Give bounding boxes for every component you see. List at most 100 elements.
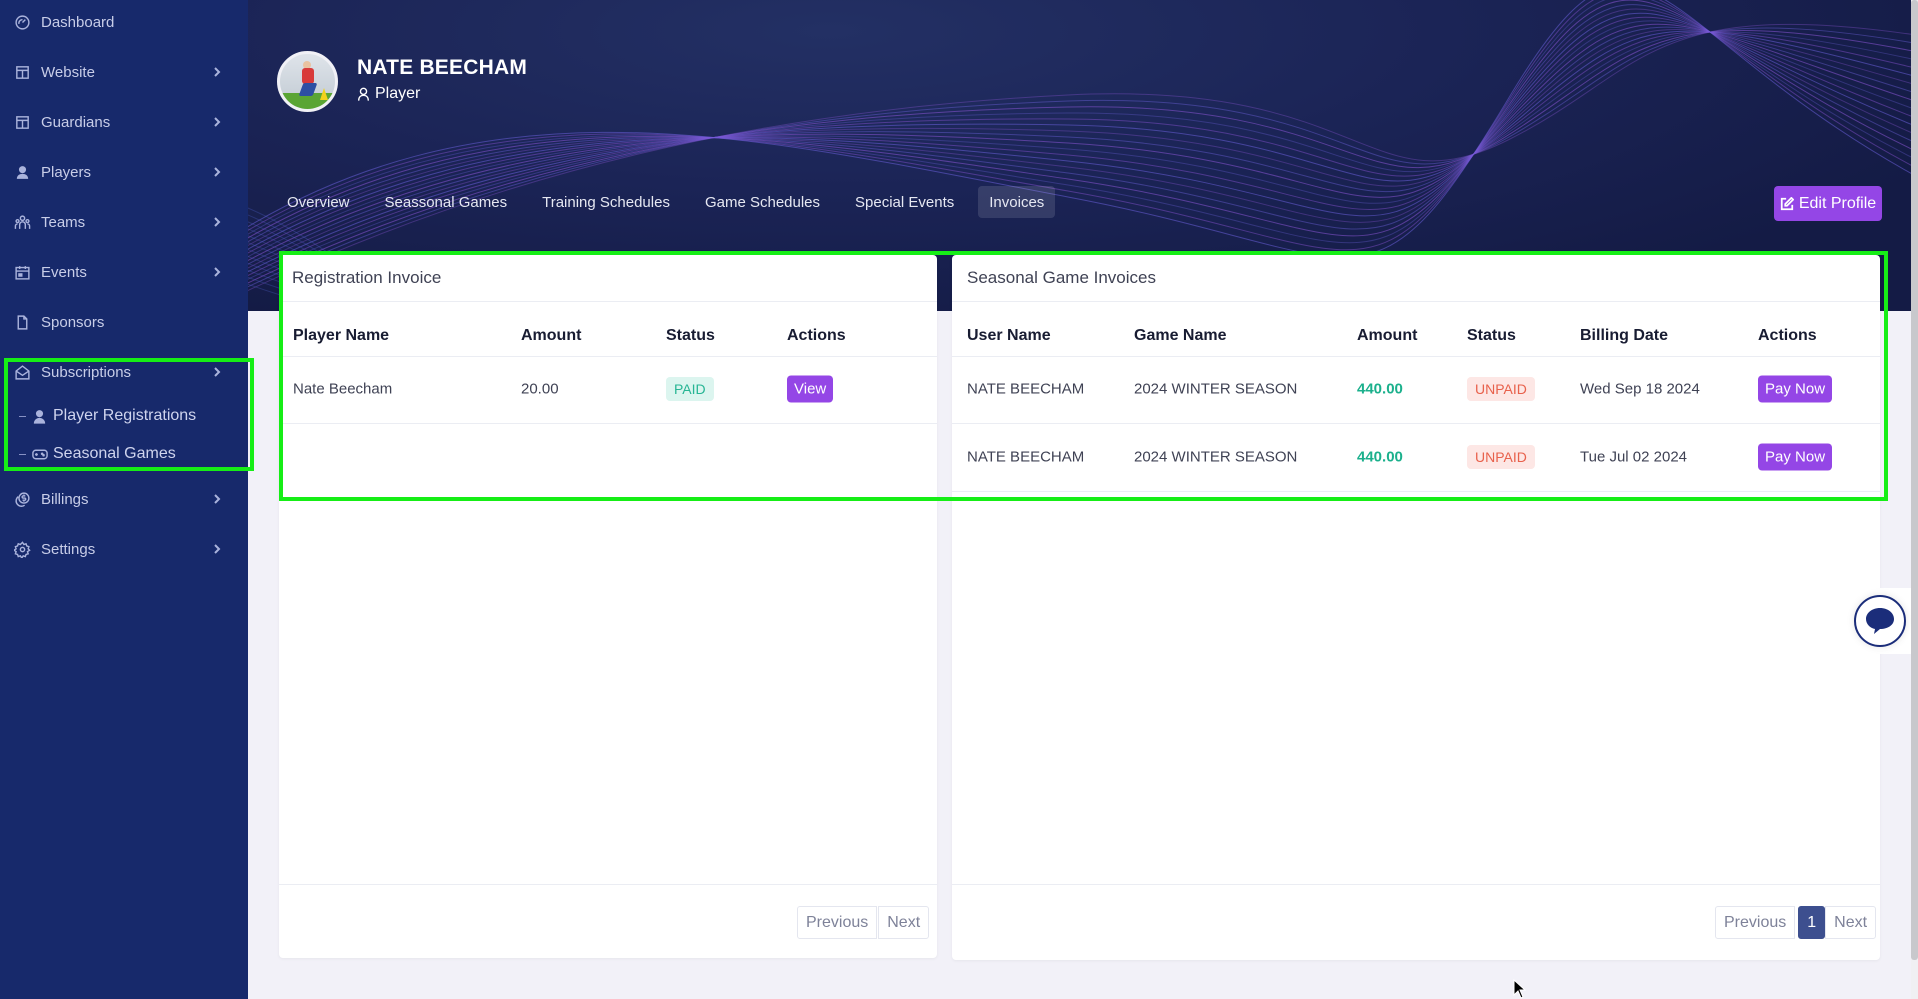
- sidebar-item-label: Events: [41, 263, 87, 281]
- user-icon: [13, 163, 31, 181]
- column-header: Game Name: [1134, 327, 1227, 344]
- next-page-button[interactable]: Next: [878, 906, 930, 939]
- chevron-right-icon: [212, 365, 222, 379]
- profile-role-label: Player: [375, 85, 421, 102]
- avatar: [277, 51, 338, 112]
- page-scrollbar[interactable]: [1911, 0, 1918, 999]
- sidebar-item-label: Subscriptions: [41, 363, 132, 381]
- sidebar-subitem-label: Player Registrations: [53, 407, 197, 424]
- profile-role: Player: [357, 85, 420, 103]
- profile-name: NATE BEECHAM: [357, 56, 528, 79]
- sidebar-item-events[interactable]: Events: [0, 252, 248, 292]
- column-header: Billing Date: [1580, 327, 1669, 344]
- tree-dash: [19, 415, 26, 417]
- page-1-button[interactable]: 1: [1798, 906, 1826, 939]
- amount-cell: 440.00: [1357, 380, 1403, 398]
- sidebar-item-guardians[interactable]: Guardians: [0, 102, 248, 142]
- card-title: Seasonal Game Invoices: [967, 268, 1156, 287]
- status-badge: UNPAID: [1467, 377, 1535, 401]
- player-name-cell: Nate Beecham: [293, 380, 393, 398]
- chevron-right-icon: [212, 542, 222, 556]
- chat-bubble-icon: [1866, 608, 1894, 634]
- pagination: Previous 1 Next: [1715, 906, 1877, 939]
- sidebar-item-label: Website: [41, 63, 95, 81]
- chevron-right-icon: [212, 492, 222, 506]
- edit-profile-label: Edit Profile: [1798, 194, 1877, 212]
- document-icon: [13, 313, 31, 331]
- sidebar-item-sponsors[interactable]: Sponsors: [0, 302, 248, 342]
- sidebar-item-website[interactable]: Website: [0, 52, 248, 92]
- amount-cell: 20.00: [521, 380, 559, 398]
- pay-now-button[interactable]: Pay Now: [1758, 443, 1833, 471]
- sidebar-item-label: Dashboard: [41, 13, 115, 31]
- team-icon: [13, 213, 31, 231]
- edit-profile-button[interactable]: Edit Profile: [1774, 186, 1882, 221]
- dashboard-gauge-icon: [13, 13, 31, 31]
- pay-now-button[interactable]: Pay Now: [1758, 375, 1833, 403]
- next-page-button[interactable]: Next: [1825, 906, 1877, 939]
- user-name-cell: NATE BEECHAM: [967, 448, 1085, 466]
- billing-date-cell: Wed Sep 18 2024: [1580, 380, 1700, 398]
- tab-invoices[interactable]: Invoices: [978, 186, 1056, 218]
- sidebar-subitem-label: Seasonal Games: [53, 445, 176, 462]
- sidebar-item-dashboard[interactable]: Dashboard: [0, 2, 248, 42]
- column-header: Status: [666, 327, 715, 344]
- tab-special-events[interactable]: Special Events: [844, 186, 965, 218]
- tab-training-schedules[interactable]: Training Schedules: [531, 186, 681, 218]
- envelope-open-icon: [13, 363, 31, 381]
- pagination: Previous Next: [797, 906, 930, 939]
- sidebar-subitem-seasonal-games[interactable]: Seasonal Games: [0, 438, 248, 470]
- status-badge: PAID: [666, 377, 714, 401]
- coins-icon: [13, 490, 31, 508]
- chevron-right-icon: [212, 115, 222, 129]
- registration-invoice-card: Registration Invoice Player Name Amount …: [279, 255, 937, 958]
- sidebar-item-billings[interactable]: Billings: [0, 479, 248, 519]
- column-header: Amount: [521, 327, 582, 344]
- chevron-right-icon: [212, 165, 222, 179]
- sidebar-item-subscriptions[interactable]: Subscriptions: [0, 352, 248, 392]
- column-header: Amount: [1357, 327, 1418, 344]
- layout-icon: [13, 113, 31, 131]
- profile-tabs: Overview Seassonal Games Training Schedu…: [276, 186, 1068, 218]
- sidebar-item-label: Settings: [41, 540, 96, 558]
- previous-page-button[interactable]: Previous: [1715, 906, 1796, 939]
- sidebar-item-teams[interactable]: Teams: [0, 202, 248, 242]
- tree-dash: [19, 453, 26, 455]
- tab-overview[interactable]: Overview: [276, 186, 361, 218]
- gamepad-icon: [30, 445, 49, 463]
- column-header: Actions: [1758, 327, 1817, 344]
- sidebar-item-label: Guardians: [41, 113, 111, 131]
- status-badge: UNPAID: [1467, 445, 1535, 469]
- chevron-right-icon: [212, 65, 222, 79]
- mouse-cursor-icon: [1513, 979, 1527, 999]
- calendar-icon: [13, 263, 31, 281]
- chevron-right-icon: [212, 265, 222, 279]
- game-name-cell: 2024 WINTER SEASON: [1134, 380, 1298, 398]
- user-icon: [30, 407, 49, 425]
- tab-game-schedules[interactable]: Game Schedules: [694, 186, 831, 218]
- chevron-right-icon: [212, 215, 222, 229]
- scrollbar-thumb[interactable]: [1911, 0, 1918, 960]
- sidebar-item-label: Sponsors: [41, 313, 105, 331]
- card-title: Registration Invoice: [292, 268, 442, 287]
- view-button[interactable]: View: [787, 375, 834, 403]
- amount-cell: 440.00: [1357, 448, 1403, 466]
- billing-date-cell: Tue Jul 02 2024: [1580, 448, 1688, 466]
- sidebar-item-settings[interactable]: Settings: [0, 529, 248, 569]
- layout-icon: [13, 63, 31, 81]
- previous-page-button[interactable]: Previous: [797, 906, 878, 939]
- game-name-cell: 2024 WINTER SEASON: [1134, 448, 1298, 466]
- sidebar-item-label: Billings: [41, 490, 89, 508]
- column-header: User Name: [967, 327, 1051, 344]
- user-name-cell: NATE BEECHAM: [967, 380, 1085, 398]
- sidebar-item-label: Players: [41, 163, 92, 181]
- sidebar-item-players[interactable]: Players: [0, 152, 248, 192]
- edit-icon: [1780, 196, 1794, 210]
- sidebar: Dashboard Website Guardians Players Team…: [0, 0, 248, 999]
- column-header: Actions: [787, 327, 846, 344]
- user-outline-icon: [357, 87, 370, 101]
- sidebar-subitem-player-registrations[interactable]: Player Registrations: [0, 400, 248, 432]
- tab-seasonal-games[interactable]: Seassonal Games: [374, 186, 519, 218]
- chat-button[interactable]: [1854, 595, 1906, 647]
- column-header: Status: [1467, 327, 1516, 344]
